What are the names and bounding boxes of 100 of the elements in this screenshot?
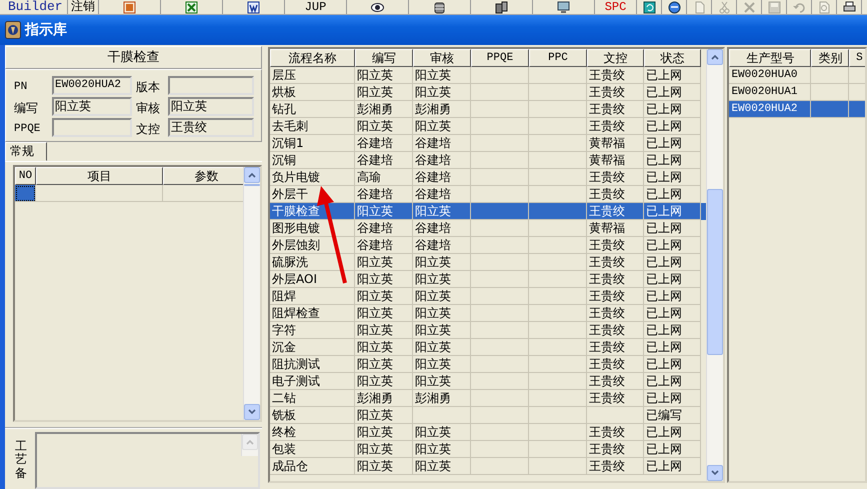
text-field[interactable]: 阳立英 (168, 97, 254, 116)
current-cell[interactable] (15, 185, 36, 202)
table-cell: 谷建培 (355, 220, 413, 237)
toolbar-button[interactable]: SPC (595, 0, 637, 14)
table-row[interactable]: EW0020HUA0 (729, 67, 865, 84)
notes-field[interactable] (35, 432, 260, 489)
table-cell: 阳立英 (413, 118, 471, 135)
scroll-thumb[interactable] (244, 184, 260, 186)
table-cell (471, 407, 529, 424)
table-cell: 已上网 (644, 271, 701, 288)
column-header[interactable]: 编写 (355, 49, 413, 67)
table-row[interactable]: 阻抗测试 阳立英 阳立英 王贵绞 已上网 (270, 356, 706, 373)
column-header[interactable]: NO (15, 167, 36, 185)
table-cell: 终检 (270, 424, 355, 441)
table-row[interactable]: 成品仓 阳立英 阳立英 王贵绞 已上网 (270, 458, 706, 475)
toolbar-button[interactable]: Builder (0, 0, 68, 14)
table-cell: 已上网 (644, 169, 701, 186)
table-row[interactable]: 干膜检查 阳立英 阳立英 王贵绞 已上网 (270, 203, 706, 220)
scrollbar[interactable] (241, 434, 258, 456)
table-row[interactable]: 硫脲洗 阳立英 阳立英 王贵绞 已上网 (270, 254, 706, 271)
table-row[interactable]: 沉铜 谷建培 谷建培 黄帮福 已上网 (270, 152, 706, 169)
table-row[interactable]: 层压 阳立英 阳立英 王贵绞 已上网 (270, 67, 706, 84)
table-row[interactable]: 钻孔 彭湘勇 彭湘勇 王贵绞 已上网 (270, 101, 706, 118)
table-row[interactable]: 图形电镀 谷建培 谷建培 黄帮福 已上网 (270, 220, 706, 237)
table-row[interactable]: EW0020HUA2 (729, 101, 865, 118)
text-field[interactable] (168, 76, 254, 95)
table-row[interactable]: 外层蚀刻 谷建培 谷建培 王贵绞 已上网 (270, 237, 706, 254)
table-row[interactable]: 外层AOI 阳立英 阳立英 王贵绞 已上网 (270, 271, 706, 288)
column-header[interactable]: PPC (529, 49, 587, 67)
table-row[interactable]: 铣板 阳立英 已编写 (270, 407, 706, 424)
table-cell: 阳立英 (413, 356, 471, 373)
table-cell: 已上网 (644, 152, 701, 169)
table-cell: 已编写 (644, 407, 701, 424)
text-field[interactable]: 阳立英 (52, 97, 132, 116)
scroll-thumb[interactable] (707, 189, 724, 355)
table-cell (529, 118, 587, 135)
scroll-down-button[interactable] (244, 404, 260, 420)
scrollbar[interactable] (706, 49, 724, 481)
column-header[interactable]: S (849, 49, 865, 67)
table-row[interactable]: 烘板 阳立英 阳立英 王贵绞 已上网 (270, 84, 706, 101)
table-cell: 王贵绞 (587, 84, 644, 101)
table-cell (529, 356, 587, 373)
table-row[interactable]: 沉金 阳立英 阳立英 王贵绞 已上网 (270, 339, 706, 356)
table-cell (529, 254, 587, 271)
column-header[interactable]: 生产型号 (729, 49, 812, 67)
table-cell (529, 169, 587, 186)
table-cell (471, 356, 529, 373)
table-cell: 谷建培 (355, 237, 413, 254)
column-header[interactable]: 审核 (413, 49, 471, 67)
column-header[interactable]: 流程名称 (270, 49, 355, 67)
scrollbar[interactable] (243, 167, 260, 420)
table-cell: 谷建培 (413, 237, 471, 254)
table-cell: 已上网 (644, 101, 701, 118)
text-field[interactable]: EW0020HUA2 (52, 76, 132, 95)
column-header[interactable]: 状态 (644, 49, 701, 67)
column-header[interactable]: 参数 (163, 167, 243, 185)
table-cell (529, 237, 587, 254)
column-header[interactable]: PPQE (471, 49, 529, 67)
table-cell: 阳立英 (355, 203, 413, 220)
table-cell: 阻抗测试 (270, 356, 355, 373)
table-row[interactable]: 字符 阳立英 阳立英 王贵绞 已上网 (270, 322, 706, 339)
table-row[interactable]: 电子测试 阳立英 阳立英 王贵绞 已上网 (270, 373, 706, 390)
toolbar-button[interactable]: 注销 (68, 0, 99, 14)
table-row[interactable]: 去毛刺 阳立英 阳立英 王贵绞 已上网 (270, 118, 706, 135)
scroll-up-button[interactable] (707, 49, 724, 65)
table-row[interactable]: 沉铜1 谷建培 谷建培 黄帮福 已上网 (270, 135, 706, 152)
toolbar-button[interactable]: JUP (285, 0, 347, 14)
table-cell (471, 441, 529, 458)
table-cell: 阳立英 (355, 305, 413, 322)
scroll-up-button[interactable] (244, 167, 260, 183)
column-header[interactable]: 项目 (36, 167, 163, 185)
scroll-down-button[interactable] (707, 465, 724, 481)
table-cell: 彭湘勇 (413, 101, 471, 118)
table-row[interactable]: 负片电镀 高瑜 谷建培 王贵绞 已上网 (270, 169, 706, 186)
table-cell: 阳立英 (355, 288, 413, 305)
column-header[interactable]: 类别 (811, 49, 850, 67)
table-cell: 已上网 (644, 305, 701, 322)
table-cell: 阳立英 (413, 339, 471, 356)
text-field[interactable] (52, 118, 132, 137)
table-cell: 王贵绞 (587, 288, 644, 305)
table-cell: 铣板 (270, 407, 355, 424)
column-header[interactable]: 文控 (587, 49, 644, 67)
table-cell: 谷建培 (413, 220, 471, 237)
table-cell: 沉铜1 (270, 135, 355, 152)
table-cell: 二钻 (270, 390, 355, 407)
table-cell: 阳立英 (355, 458, 413, 475)
table-cell: 已上网 (644, 237, 701, 254)
table-row[interactable]: 阻焊 阳立英 阳立英 王贵绞 已上网 (270, 288, 706, 305)
table-cell: 彭湘勇 (355, 390, 413, 407)
table-cell (811, 101, 850, 118)
tab[interactable]: 常规 (5, 142, 47, 161)
table-row[interactable]: 二钻 彭湘勇 彭湘勇 王贵绞 已上网 (270, 390, 706, 407)
table-row[interactable]: 终检 阳立英 阳立英 王贵绞 已上网 (270, 424, 706, 441)
table-row[interactable]: 阻焊检查 阳立英 阳立英 王贵绞 已上网 (270, 305, 706, 322)
table-cell: 外层蚀刻 (270, 237, 355, 254)
text-field[interactable]: 王贵绞 (168, 118, 254, 137)
table-row[interactable]: 包装 阳立英 阳立英 王贵绞 已上网 (270, 441, 706, 458)
table-cell: 已上网 (644, 254, 701, 271)
table-cell: 阳立英 (355, 407, 413, 424)
table-cell: 彭湘勇 (355, 101, 413, 118)
